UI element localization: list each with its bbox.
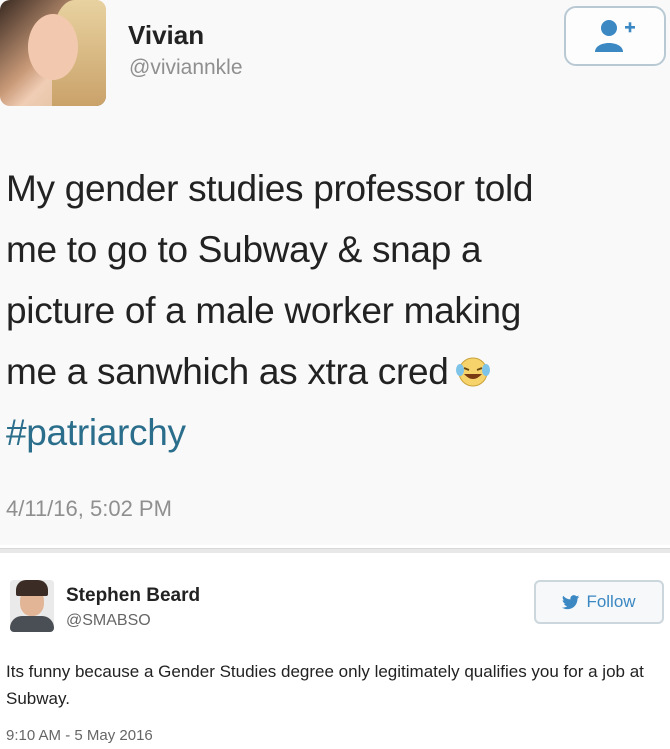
author-handle[interactable]: @viviannkle [129, 56, 243, 80]
reply-author-name[interactable]: Stephen Beard [66, 585, 200, 607]
tweet-text: My gender studies professor told me to g… [6, 158, 656, 463]
tweet-text-line: My gender studies professor told [6, 168, 534, 209]
follow-label: Follow [586, 592, 636, 611]
avatar-hair [16, 580, 48, 596]
tweet-text-line: me a sanwhich as xtra cred [6, 351, 449, 392]
reply-follow-button[interactable]: Follow [534, 580, 664, 624]
avatar-face [28, 14, 78, 80]
divider [0, 548, 670, 553]
tweet-text-line-with-emoji: me a sanwhich as xtra cred [6, 341, 656, 402]
add-user-icon [595, 20, 635, 52]
follow-button[interactable] [564, 6, 666, 66]
avatar[interactable] [0, 0, 106, 106]
reply-timestamp[interactable]: 9:10 AM - 5 May 2016 [6, 727, 153, 744]
tweet-timestamp[interactable]: 4/11/16, 5:02 PM [6, 496, 172, 522]
reply-author-handle[interactable]: @SMABSO [66, 612, 151, 630]
avatar-shirt [10, 616, 54, 632]
tweet-text-line: me to go to Subway & snap a [6, 229, 482, 270]
reply-avatar[interactable] [10, 580, 54, 632]
tweet-text-line: picture of a male worker making [6, 290, 522, 331]
original-tweet: Vivian @viviannkle My gender studies pro… [0, 0, 670, 545]
bird-icon [562, 594, 580, 609]
hashtag-link[interactable]: #patriarchy [6, 402, 656, 463]
laughing-crying-emoji-icon [455, 357, 490, 387]
author-name[interactable]: Vivian [128, 20, 204, 51]
reply-text: Its funny because a Gender Studies degre… [6, 662, 644, 708]
